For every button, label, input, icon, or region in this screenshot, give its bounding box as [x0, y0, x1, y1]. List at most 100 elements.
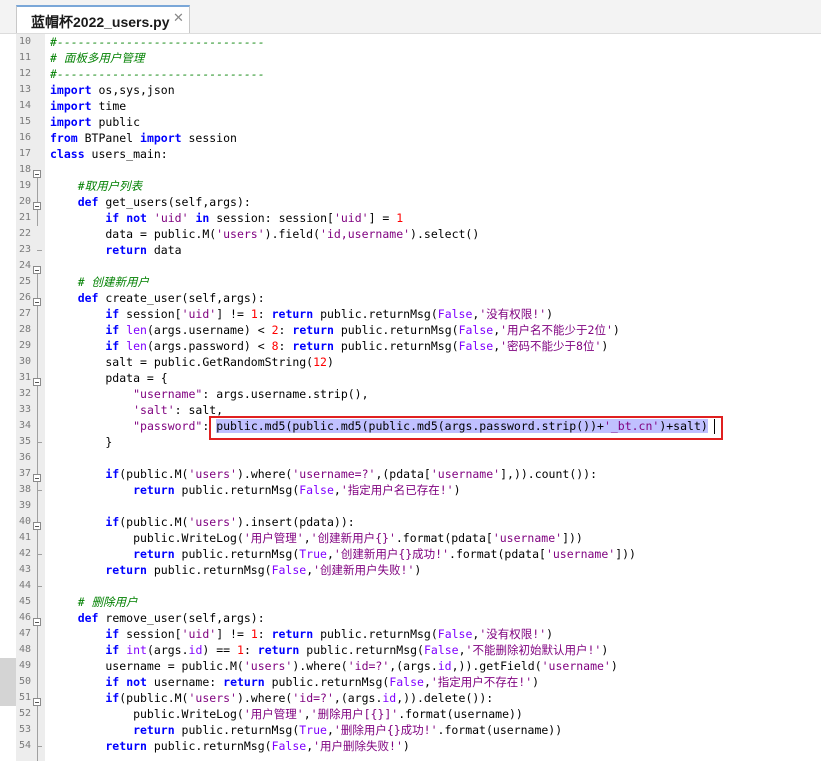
- line-number: 50: [18, 676, 31, 687]
- fold-toggle-icon[interactable]: [33, 298, 41, 306]
- code-text: salt = public.GetRandomString(: [50, 355, 314, 369]
- builtin: True: [299, 547, 327, 561]
- file-tab-title[interactable]: 蓝帽杯2022_users.py: [31, 12, 170, 32]
- code-line: }: [50, 434, 112, 450]
- code-line: username = public.M('users').where('id=?…: [50, 658, 618, 674]
- code-line: from BTPanel import session: [50, 130, 237, 146]
- keyword: def: [50, 291, 99, 305]
- fold-toggle-icon[interactable]: [33, 522, 41, 530]
- code-line: return public.returnMsg(False,'指定用户名已存在!…: [50, 482, 460, 498]
- number: 12: [313, 355, 327, 369]
- string: '不能删除初始默认用户!': [465, 643, 602, 657]
- string: '密码不能少于8位': [500, 339, 602, 353]
- code-text: public.returnMsg(: [299, 643, 424, 657]
- code-line: if(public.M('users').insert(pdata)):: [50, 514, 354, 530]
- keyword: return: [257, 643, 300, 657]
- fold-toggle-icon[interactable]: [33, 474, 41, 482]
- code-line: public.WriteLog('用户管理','创建新用户{}'.format(…: [50, 530, 583, 546]
- fold-toggle-icon[interactable]: [33, 698, 41, 706]
- code-text: (public.M(: [119, 515, 189, 529]
- code-text: (public.M(: [119, 467, 189, 481]
- fold-toggle-icon[interactable]: [33, 170, 41, 178]
- line-number: 25: [18, 276, 31, 287]
- line-number: 47: [18, 628, 31, 639]
- line-number: 32: [18, 388, 31, 399]
- string: '删除用户{}成功!': [333, 723, 438, 737]
- change-marker: [0, 658, 16, 706]
- keyword: from: [50, 131, 78, 145]
- code-text: ,: [333, 483, 341, 497]
- line-number: 16: [18, 132, 31, 143]
- close-icon[interactable]: ✕: [173, 11, 184, 26]
- fold-toggle-icon[interactable]: [33, 202, 41, 210]
- code-text: data: [146, 243, 182, 257]
- builtin: len: [126, 339, 147, 353]
- string: 'uid': [181, 627, 217, 641]
- code-line: if(public.M('users').where('username=?',…: [50, 466, 597, 482]
- file-tab[interactable]: 蓝帽杯2022_users.py ✕: [16, 5, 190, 33]
- highlight-box: [209, 416, 723, 440]
- code-line: return public.returnMsg(False,'用户删除失败!'): [50, 738, 409, 754]
- keyword: return: [50, 243, 147, 257]
- string: '用户名不能少于2位': [500, 323, 613, 337]
- keyword: return: [271, 627, 314, 641]
- fold-toggle-icon[interactable]: [33, 266, 41, 274]
- code-text: : salt,: [174, 403, 224, 417]
- code-editor[interactable]: 10 11 12 13 14 15 16 17 18 19 20 21 22 23 24 25 26 27 28 29…: [0, 34, 821, 761]
- line-number: 30: [18, 356, 31, 367]
- line-number: 42: [18, 548, 31, 559]
- keyword: in: [195, 211, 210, 225]
- builtin: False: [299, 483, 334, 497]
- builtin: False: [271, 739, 307, 753]
- code-text: ): [610, 659, 618, 673]
- code-text: ,(args.: [389, 659, 438, 673]
- line-number: 41: [18, 532, 31, 543]
- code-line: def create_user(self,args):: [50, 290, 265, 306]
- code-text: ): [601, 643, 609, 657]
- builtin: False: [458, 339, 494, 353]
- code-text: remove_user(self,args):: [98, 611, 265, 625]
- code-text: public: [91, 115, 141, 129]
- keyword: not: [126, 675, 147, 689]
- fold-end: [37, 746, 42, 747]
- builtin: False: [389, 675, 424, 689]
- code-line: # 删除用户: [50, 594, 138, 610]
- fold-toggle-icon[interactable]: [33, 378, 41, 386]
- line-number: 49: [18, 660, 31, 671]
- code-text: public.returnMsg(: [174, 483, 300, 497]
- code-text: ).where(: [292, 659, 348, 673]
- code-text: ] =: [368, 211, 397, 225]
- string: 'users': [216, 227, 265, 241]
- code-text: ): [546, 627, 554, 641]
- line-number: 38: [18, 484, 31, 495]
- code-text: ).where(: [236, 691, 293, 705]
- code-text: ,: [303, 707, 311, 721]
- code-text: ] !=: [216, 307, 251, 321]
- string: '没有权限!': [479, 627, 547, 641]
- line-number: 10: [18, 36, 31, 47]
- code-text: ).field(: [264, 227, 321, 241]
- string: '用户管理': [243, 707, 304, 721]
- keyword: import: [50, 115, 92, 129]
- string: 'username': [541, 659, 611, 673]
- line-number: 22: [18, 228, 31, 239]
- string: 'id,username': [320, 227, 411, 241]
- line-number: 17: [18, 148, 31, 159]
- fold-toggle-icon[interactable]: [33, 618, 41, 626]
- string: '指定用户名已存在!': [340, 483, 454, 497]
- line-number: 46: [18, 612, 31, 623]
- code-text: data = public.M(: [50, 227, 217, 241]
- comment: # 创建新用户: [50, 275, 150, 289]
- code-line: if len(args.password) < 8: return public…: [50, 338, 608, 354]
- fold-end: [37, 554, 42, 555]
- line-number: 36: [18, 452, 31, 463]
- string: '指定用户不存在!': [430, 675, 533, 689]
- string: '创建新用户{}成功!': [333, 547, 450, 561]
- code-text: os,sys,json: [91, 83, 175, 97]
- comment: #------------------------------: [50, 35, 265, 49]
- string: '用户管理': [243, 531, 304, 545]
- code-text: username:: [146, 675, 224, 689]
- string: "password": [133, 419, 203, 433]
